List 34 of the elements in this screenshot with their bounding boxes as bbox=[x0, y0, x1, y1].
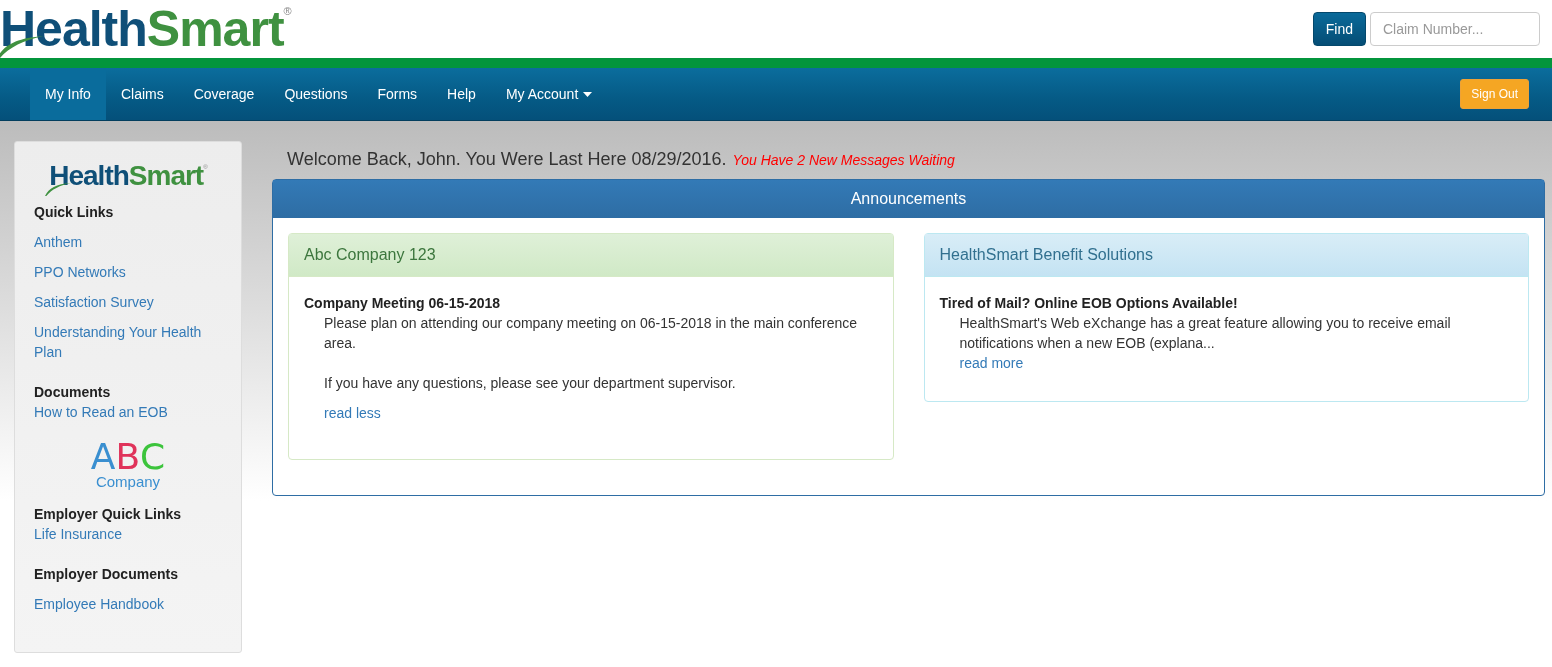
sidebar-link[interactable]: Understanding Your Health Plan bbox=[34, 322, 222, 362]
nav-tab[interactable]: Forms bbox=[362, 68, 433, 120]
nav-tab[interactable]: Coverage bbox=[178, 68, 270, 120]
sidebar-link[interactable]: Life Insurance bbox=[34, 524, 222, 544]
card-title: HealthSmart Benefit Solutions bbox=[924, 234, 1528, 277]
welcome-text: Welcome Back, John. You Were Last Here 08/29/2016. bbox=[287, 149, 727, 170]
panel-title: Announcements bbox=[273, 180, 1544, 218]
announcement-text: If you have any questions, please see your department supervisor. bbox=[324, 374, 737, 393]
nav-tab[interactable]: Help bbox=[432, 68, 491, 120]
read-more-link[interactable]: read less bbox=[324, 403, 381, 423]
announcement-headline: Company Meeting 06-15-2018 bbox=[304, 294, 502, 313]
sidebar-link[interactable]: Satisfaction Survey bbox=[34, 292, 222, 312]
section-heading: Documents bbox=[34, 383, 112, 402]
nav-tab[interactable]: Questions bbox=[269, 68, 363, 120]
nav-tab[interactable]: Claims bbox=[105, 68, 179, 120]
sidebar-link[interactable]: How to Read an EOB bbox=[34, 402, 222, 422]
company-logo: ABC Company bbox=[89, 440, 167, 490]
section-heading: Employer Documents bbox=[34, 565, 179, 584]
nav-tab[interactable]: My Account bbox=[490, 68, 608, 120]
announcement-text: Please plan on attending our company meeting on 06-15-2018 in the main conference area. bbox=[324, 314, 859, 353]
sidebar-link[interactable]: Employee Handbook bbox=[34, 594, 222, 614]
announcement-headline: Tired of Mail? Online EOB Options Available! bbox=[939, 294, 1239, 313]
sidebar-link[interactable]: PPO Networks bbox=[34, 262, 222, 282]
announcement-text: HealthSmart's Web eXchange has a great feature allowing you to receive email notifications when a new EOB (explana... bbox=[959, 314, 1452, 353]
messages-notice: You Have 2 New Messages Waiting bbox=[732, 152, 955, 168]
section-heading: Quick Links bbox=[34, 203, 115, 222]
card-title: Abc Company 123 bbox=[289, 234, 893, 277]
section-heading: Employer Quick Links bbox=[34, 505, 183, 524]
sidebar-link[interactable]: Anthem bbox=[34, 232, 222, 252]
healthsmart-logo: HealthSmart® bbox=[0, 4, 291, 54]
caret-icon bbox=[583, 91, 593, 97]
find-button[interactable]: Find bbox=[1312, 12, 1366, 46]
read-more-link[interactable]: read more bbox=[959, 353, 1024, 373]
claim-number-field[interactable]: Claim Number... bbox=[1370, 12, 1540, 46]
